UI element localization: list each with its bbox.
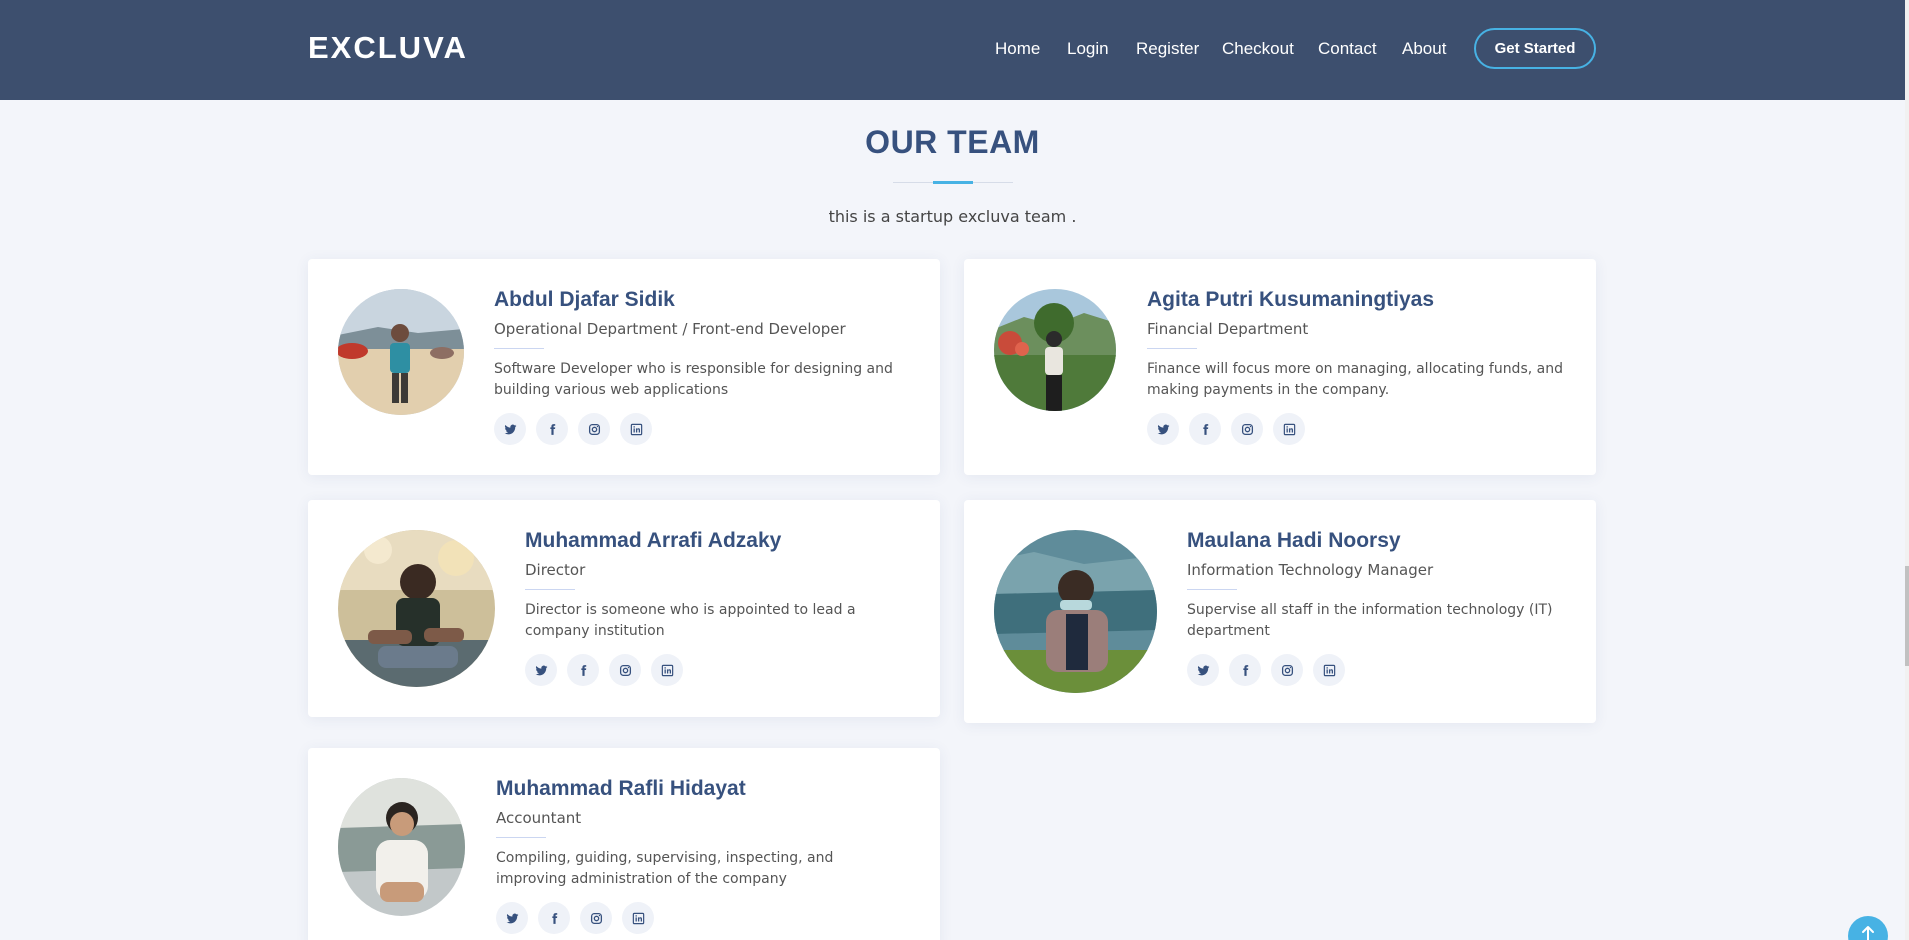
title-accent-bar — [933, 181, 973, 184]
team-member-card: Abdul Djafar Sidik Operational Departmen… — [308, 259, 940, 475]
section-title: OUR TEAM — [865, 124, 1040, 160]
member-description: Software Developer who is responsible fo… — [494, 361, 893, 398]
role-divider — [1147, 348, 1197, 349]
member-description: Supervise all staff in the information t… — [1187, 602, 1553, 639]
twitter-link[interactable] — [494, 413, 526, 445]
page-scrollbar-thumb[interactable] — [1905, 566, 1909, 666]
twitter-link[interactable] — [496, 902, 528, 934]
arrow-up-icon — [1862, 926, 1874, 940]
member-description: Compiling, guiding, supervising, inspect… — [496, 850, 834, 887]
nav-login[interactable]: Login — [1067, 39, 1109, 59]
facebook-icon — [551, 912, 557, 924]
member-name: Maulana Hadi Noorsy — [1187, 529, 1401, 552]
nav-about[interactable]: About — [1402, 39, 1446, 59]
facebook-link[interactable] — [567, 654, 599, 686]
member-role: Information Technology Manager — [1187, 561, 1434, 579]
twitter-link[interactable] — [1147, 413, 1179, 445]
role-divider — [496, 837, 546, 838]
linkedin-icon — [1323, 664, 1335, 676]
linkedin-link[interactable] — [1273, 413, 1305, 445]
social-links — [496, 902, 654, 934]
social-links — [1187, 654, 1345, 686]
twitter-icon — [1157, 424, 1169, 434]
member-role: Accountant — [496, 809, 582, 827]
member-photo — [994, 530, 1157, 693]
linkedin-link[interactable] — [651, 654, 683, 686]
facebook-icon — [580, 664, 586, 676]
instagram-link[interactable] — [578, 413, 610, 445]
member-photo — [338, 778, 465, 916]
nav-home[interactable]: Home — [995, 39, 1040, 59]
nav-checkout[interactable]: Checkout — [1222, 39, 1294, 59]
linkedin-link[interactable] — [622, 902, 654, 934]
get-started-button[interactable]: Get Started — [1474, 28, 1596, 69]
member-photo — [338, 530, 495, 687]
role-divider — [1187, 589, 1237, 590]
facebook-link[interactable] — [538, 902, 570, 934]
social-links — [494, 413, 652, 445]
linkedin-icon — [632, 912, 644, 924]
facebook-icon — [1242, 664, 1248, 676]
instagram-link[interactable] — [1271, 654, 1303, 686]
social-links — [1147, 413, 1305, 445]
back-to-top-button[interactable] — [1848, 916, 1888, 940]
twitter-icon — [504, 424, 516, 434]
twitter-link[interactable] — [1187, 654, 1219, 686]
nav-register[interactable]: Register — [1136, 39, 1199, 59]
member-name: Agita Putri Kusumaningtiyas — [1147, 288, 1435, 311]
member-role: Financial Department — [1147, 320, 1309, 338]
member-name: Muhammad Rafli Hidayat — [496, 777, 746, 800]
member-photo — [338, 289, 464, 415]
member-name: Abdul Djafar Sidik — [494, 288, 675, 311]
twitter-icon — [1197, 665, 1209, 675]
team-member-card: Muhammad Rafli Hidayat Accountant Compil… — [308, 748, 940, 940]
facebook-link[interactable] — [1229, 654, 1261, 686]
instagram-icon — [619, 664, 631, 676]
role-divider — [494, 348, 544, 349]
page-scrollbar[interactable] — [1905, 0, 1909, 940]
team-member-card: Agita Putri Kusumaningtiyas Financial De… — [964, 259, 1596, 475]
member-description: Finance will focus more on managing, all… — [1147, 361, 1563, 398]
instagram-icon — [590, 912, 602, 924]
nav-contact[interactable]: Contact — [1318, 39, 1377, 59]
instagram-icon — [1281, 664, 1293, 676]
linkedin-icon — [630, 423, 642, 435]
facebook-link[interactable] — [1189, 413, 1221, 445]
linkedin-icon — [661, 664, 673, 676]
section-subtitle: this is a startup excluva team . — [828, 207, 1077, 226]
team-member-card: Maulana Hadi Noorsy Information Technolo… — [964, 500, 1596, 723]
linkedin-icon — [1283, 423, 1295, 435]
facebook-icon — [549, 423, 555, 435]
twitter-link[interactable] — [525, 654, 557, 686]
member-role: Director — [525, 561, 586, 579]
member-photo — [994, 289, 1116, 411]
member-description: Director is someone who is appointed to … — [525, 602, 856, 639]
instagram-icon — [1241, 423, 1253, 435]
team-member-card: Muhammad Arrafi Adzaky Director Director… — [308, 500, 940, 717]
twitter-icon — [535, 665, 547, 675]
social-links — [525, 654, 683, 686]
site-logo[interactable]: EXCLUVA — [308, 30, 468, 66]
linkedin-link[interactable] — [1313, 654, 1345, 686]
linkedin-link[interactable] — [620, 413, 652, 445]
instagram-link[interactable] — [580, 902, 612, 934]
facebook-link[interactable] — [536, 413, 568, 445]
member-role: Operational Department / Front-end Devel… — [494, 320, 846, 338]
instagram-icon — [588, 423, 600, 435]
site-header: EXCLUVA Home Login Register Checkout Con… — [0, 0, 1905, 100]
instagram-link[interactable] — [1231, 413, 1263, 445]
instagram-link[interactable] — [609, 654, 641, 686]
twitter-icon — [506, 913, 518, 923]
role-divider — [525, 589, 575, 590]
facebook-icon — [1202, 423, 1208, 435]
member-name: Muhammad Arrafi Adzaky — [525, 529, 782, 552]
